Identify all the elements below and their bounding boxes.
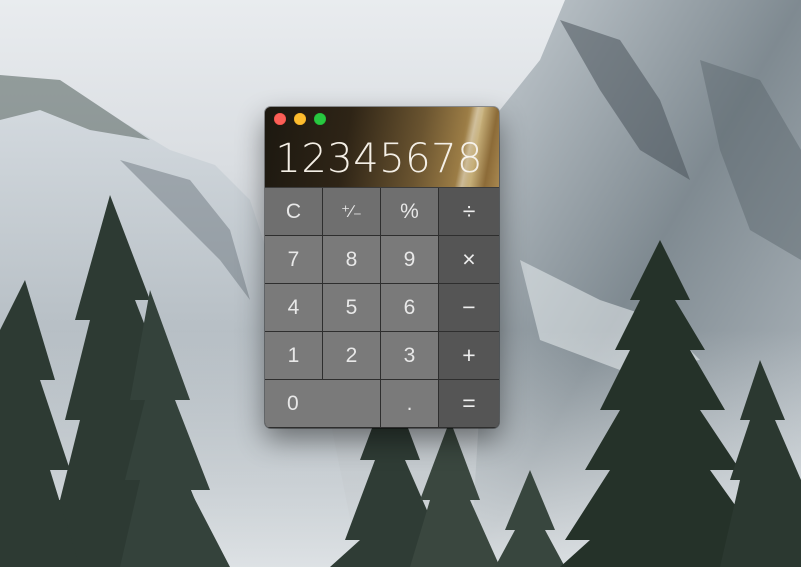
calculator-display-value: 12345678 xyxy=(275,136,483,182)
digit-7-button[interactable]: 7 xyxy=(265,236,322,283)
minimize-window-button[interactable] xyxy=(294,113,306,125)
digit-6-button[interactable]: 6 xyxy=(381,284,438,331)
digit-2-button[interactable]: 2 xyxy=(323,332,380,379)
calculator-keypad: C ⁺∕₋ % ÷ 7 8 9 × 4 5 6 − 1 2 3 + 0 . = xyxy=(265,188,499,428)
digit-4-button[interactable]: 4 xyxy=(265,284,322,331)
divide-button[interactable]: ÷ xyxy=(439,188,499,235)
decimal-point-button[interactable]: . xyxy=(381,380,438,427)
zoom-window-button[interactable] xyxy=(314,113,326,125)
calculator-display-panel: 12345678 xyxy=(265,107,499,187)
digit-5-button[interactable]: 5 xyxy=(323,284,380,331)
digit-8-button[interactable]: 8 xyxy=(323,236,380,283)
digit-9-button[interactable]: 9 xyxy=(381,236,438,283)
multiply-button[interactable]: × xyxy=(439,236,499,283)
digit-0-button[interactable]: 0 xyxy=(265,380,380,427)
clear-button[interactable]: C xyxy=(265,188,322,235)
percent-button[interactable]: % xyxy=(381,188,438,235)
digit-1-button[interactable]: 1 xyxy=(265,332,322,379)
digit-3-button[interactable]: 3 xyxy=(381,332,438,379)
equals-button[interactable]: = xyxy=(439,380,499,427)
plus-minus-button[interactable]: ⁺∕₋ xyxy=(323,188,380,235)
calculator-window: 12345678 C ⁺∕₋ % ÷ 7 8 9 × 4 5 6 − 1 2 3… xyxy=(265,107,499,428)
subtract-button[interactable]: − xyxy=(439,284,499,331)
close-window-button[interactable] xyxy=(274,113,286,125)
add-button[interactable]: + xyxy=(439,332,499,379)
